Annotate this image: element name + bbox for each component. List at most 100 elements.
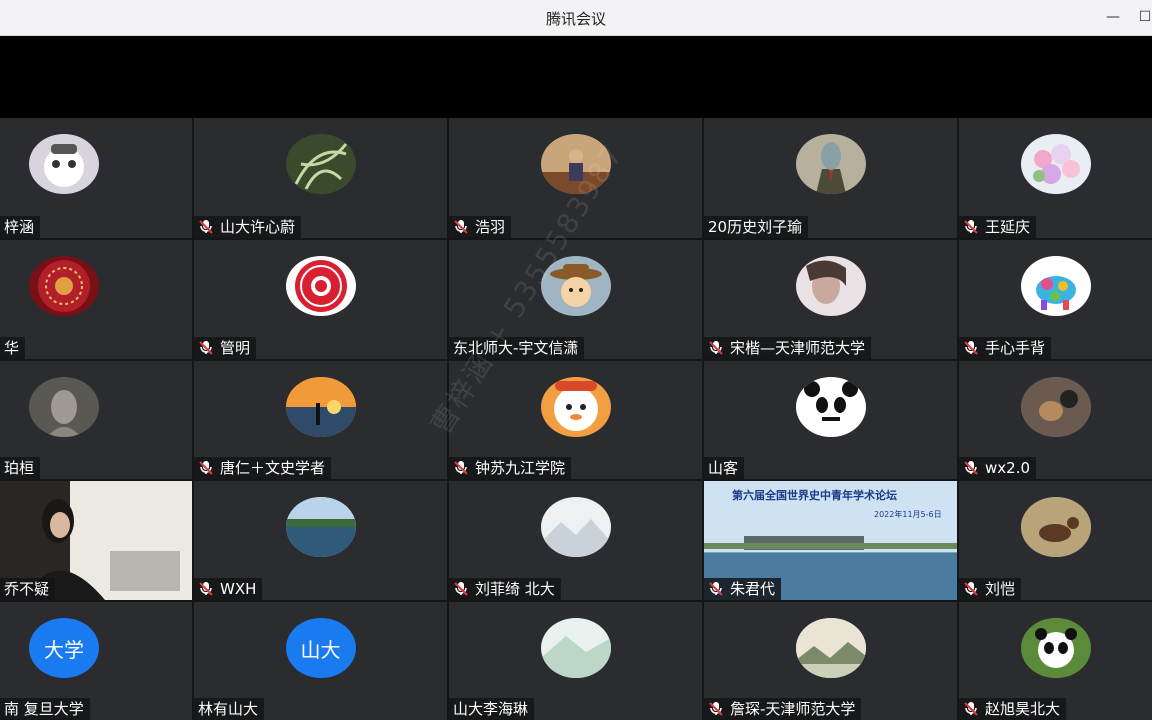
deer-avatar bbox=[1020, 377, 1091, 437]
horse-painting-avatar bbox=[1020, 497, 1091, 557]
shared-screen-area bbox=[0, 36, 1152, 118]
participant-tile[interactable]: 乔不疑 bbox=[0, 481, 192, 600]
statue-avatar bbox=[29, 377, 99, 437]
participant-name: 山客 bbox=[708, 459, 739, 477]
participant-tile[interactable]: 王延庆 bbox=[959, 118, 1152, 238]
participant-tile[interactable]: 詹琛-天津师范大学 bbox=[704, 602, 957, 720]
participant-tile[interactable]: 东北师大-宇文信潇 bbox=[449, 240, 702, 359]
participant-name: 钟苏九江学院 bbox=[475, 459, 566, 477]
participant-tile[interactable]: 唐仁＋文史学者 bbox=[194, 361, 447, 479]
participant-tile[interactable]: 浩羽 bbox=[449, 118, 702, 238]
mic-muted-icon bbox=[963, 581, 979, 597]
participant-name-label: 赵旭昊北大 bbox=[959, 698, 1067, 720]
mic-muted-icon bbox=[708, 340, 724, 356]
participant-name-label: 乔不疑 bbox=[0, 578, 56, 600]
conference-banner-title: 第六届全国世界史中青年学术论坛 bbox=[732, 489, 897, 502]
participant-name-label: 刘菲绮 北大 bbox=[449, 578, 561, 600]
participant-tile[interactable]: 20历史刘子瑜 bbox=[704, 118, 957, 238]
participant-name: 朱君代 bbox=[730, 580, 776, 598]
participant-tile[interactable]: 宋楷—天津师范大学 bbox=[704, 240, 957, 359]
participant-name-label: 手心手背 bbox=[959, 337, 1052, 359]
panda-meme-avatar bbox=[795, 377, 866, 437]
participant-grid: 梓涵 山大许心蔚 浩羽 20历史刘子瑜 王延庆华 管明 东北师大-宇文信潇 宋楷—天津师范大学… bbox=[0, 118, 1152, 720]
participant-tile[interactable]: WXH bbox=[194, 481, 447, 600]
mountain-avatar bbox=[540, 497, 611, 557]
ink-landscape-avatar bbox=[795, 618, 866, 678]
participant-name-label: 朱君代 bbox=[704, 578, 782, 600]
cowboy-cartoon-avatar bbox=[540, 256, 611, 316]
participant-tile[interactable]: 管明 bbox=[194, 240, 447, 359]
participant-name: 詹琛-天津师范大学 bbox=[730, 700, 856, 718]
maximize-button[interactable]: ☐ bbox=[1134, 6, 1152, 28]
participant-tile[interactable]: 大学南 复旦大学 bbox=[0, 602, 192, 720]
participant-name: 梓涵 bbox=[4, 218, 35, 236]
participant-name-label: 山大许心蔚 bbox=[194, 216, 302, 238]
participant-name-label: 钟苏九江学院 bbox=[449, 457, 572, 479]
participant-name: WXH bbox=[220, 580, 257, 598]
participant-tile[interactable]: wx2.0 bbox=[959, 361, 1152, 479]
participant-tile[interactable]: 刘菲绮 北大 bbox=[449, 481, 702, 600]
participant-name-label: 管明 bbox=[194, 337, 257, 359]
participant-name: wx2.0 bbox=[985, 459, 1030, 477]
portrait-avatar bbox=[795, 256, 866, 316]
participant-name: 管明 bbox=[220, 339, 251, 357]
text-avatar: 山大 bbox=[285, 618, 356, 678]
participant-name: 华 bbox=[4, 339, 20, 357]
participant-tile[interactable]: 赵旭昊北大 bbox=[959, 602, 1152, 720]
participant-name-label: 华 bbox=[0, 337, 26, 359]
participant-name-label: 东北师大-宇文信潇 bbox=[449, 337, 585, 359]
participant-name: 刘恺 bbox=[985, 580, 1016, 598]
person-photo-avatar bbox=[540, 134, 611, 194]
participant-name-label: 刘恺 bbox=[959, 578, 1022, 600]
participant-tile[interactable]: 华 bbox=[0, 240, 192, 359]
participant-name: 珀桓 bbox=[4, 459, 35, 477]
mic-muted-icon bbox=[198, 340, 214, 356]
participant-name: 东北师大-宇文信潇 bbox=[453, 339, 579, 357]
mic-muted-icon bbox=[963, 460, 979, 476]
participant-tile[interactable]: 钟苏九江学院 bbox=[449, 361, 702, 479]
mic-muted-icon bbox=[963, 701, 979, 717]
participant-name-label: 宋楷—天津师范大学 bbox=[704, 337, 872, 359]
plant-avatar bbox=[285, 134, 356, 194]
mic-muted-icon bbox=[708, 701, 724, 717]
participant-tile[interactable]: 山大许心蔚 bbox=[194, 118, 447, 238]
participant-name-label: 珀桓 bbox=[0, 457, 41, 479]
participant-tile[interactable]: 山大林有山大 bbox=[194, 602, 447, 720]
conference-banner-date: 2022年11月5-6日 bbox=[874, 510, 942, 519]
participant-name: 林有山大 bbox=[198, 700, 259, 718]
red-pattern-avatar bbox=[29, 256, 99, 316]
participant-name-label: 梓涵 bbox=[0, 216, 41, 238]
participant-name: 浩羽 bbox=[475, 218, 506, 236]
sunset-avatar bbox=[285, 377, 356, 437]
participant-name-label: 詹琛-天津师范大学 bbox=[704, 698, 862, 720]
participant-name: 20历史刘子瑜 bbox=[708, 218, 803, 236]
window-title: 腾讯会议 bbox=[545, 10, 606, 28]
participant-name-label: WXH bbox=[194, 578, 263, 600]
mic-muted-icon bbox=[963, 219, 979, 235]
participant-tile[interactable]: 山大李海琳 bbox=[449, 602, 702, 720]
participant-tile[interactable]: 珀桓 bbox=[0, 361, 192, 479]
flowers-avatar bbox=[1020, 134, 1091, 194]
participant-tile[interactable]: 刘恺 bbox=[959, 481, 1152, 600]
participant-name-label: 山客 bbox=[704, 457, 745, 479]
mic-muted-icon bbox=[453, 219, 469, 235]
fish-suit-avatar bbox=[795, 134, 866, 194]
mic-muted-icon bbox=[963, 340, 979, 356]
minimize-button[interactable]: — bbox=[1102, 6, 1124, 28]
mic-muted-icon bbox=[708, 581, 724, 597]
cartoon-bear-avatar bbox=[29, 134, 99, 194]
orange-cartoon-avatar bbox=[540, 377, 611, 437]
participant-name: 宋楷—天津师范大学 bbox=[730, 339, 866, 357]
landscape-avatar bbox=[540, 618, 611, 678]
mic-muted-icon bbox=[198, 460, 214, 476]
participant-name-label: 王延庆 bbox=[959, 216, 1037, 238]
participant-tile[interactable]: 梓涵 bbox=[0, 118, 192, 238]
participant-tile[interactable]: 手心手背 bbox=[959, 240, 1152, 359]
participant-tile[interactable]: 山客 bbox=[704, 361, 957, 479]
participant-tile[interactable]: 第六届全国世界史中青年学术论坛 2022年11月5-6日朱君代 bbox=[704, 481, 957, 600]
mic-muted-icon bbox=[198, 581, 214, 597]
participant-name-label: 林有山大 bbox=[194, 698, 265, 720]
participant-name-label: 20历史刘子瑜 bbox=[704, 216, 809, 238]
red-seal-avatar bbox=[285, 256, 356, 316]
participant-name: 手心手背 bbox=[985, 339, 1046, 357]
